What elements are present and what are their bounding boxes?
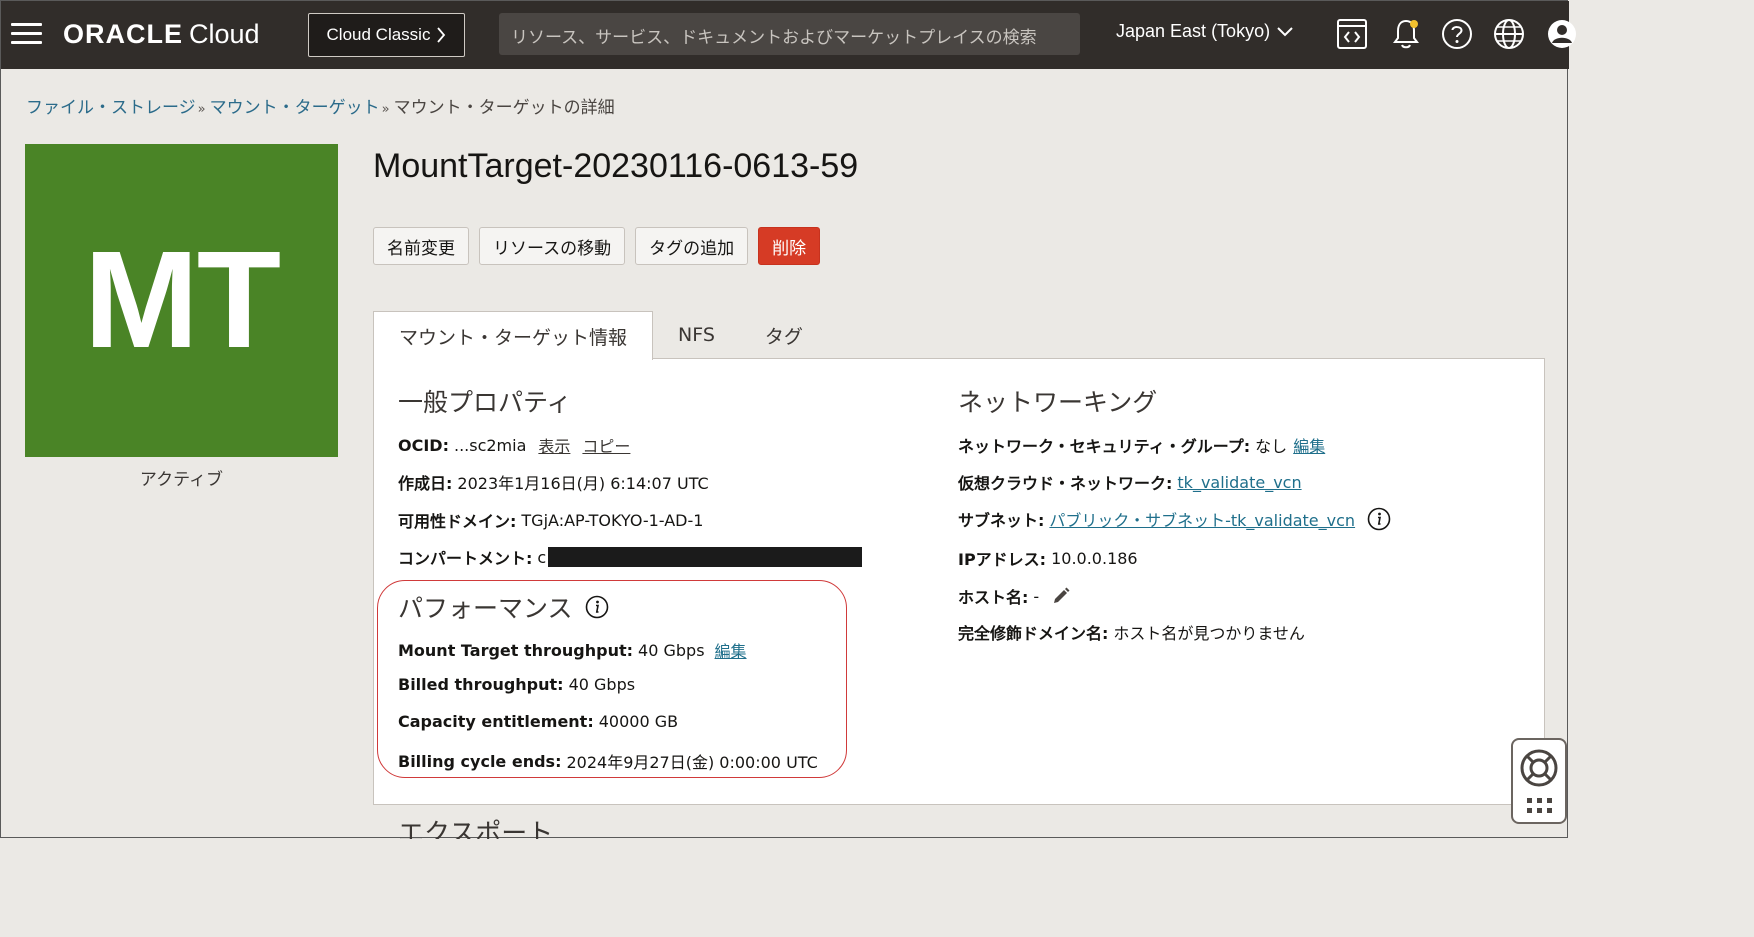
ocid-copy-link[interactable]: コピー <box>582 433 630 457</box>
vcn-link[interactable]: tk_validate_vcn <box>1177 473 1301 492</box>
vcn-row: 仮想クラウド・ネットワーク: tk_validate_vcn <box>958 470 1302 494</box>
hostname-value: - <box>1033 586 1040 606</box>
compartment-value: c <box>537 547 547 567</box>
help-icon[interactable] <box>1440 17 1474 51</box>
availability-domain-label: 可用性ドメイン: <box>398 512 517 531</box>
detail-tabs: マウント・ターゲット情報 NFS タグ <box>373 311 828 360</box>
breadcrumb-mount-targets[interactable]: マウント・ターゲット <box>210 98 380 118</box>
breadcrumb-separator: » <box>381 102 390 117</box>
search-input[interactable]: リソース、サービス、ドキュメントおよびマーケットプレイスの検索 <box>499 13 1080 55</box>
breadcrumb-current: マウント・ターゲットの詳細 <box>393 98 615 118</box>
rename-button[interactable]: 名前変更 <box>373 227 469 265</box>
compartment-row: コンパートメント: c <box>398 545 863 569</box>
ip-address-label: IPアドレス: <box>958 550 1047 569</box>
avatar-text: MT <box>83 223 281 377</box>
delete-button[interactable]: 削除 <box>758 227 821 265</box>
general-properties-title: 一般プロパティ <box>398 388 572 417</box>
breadcrumb-file-storage[interactable]: ファイル・ストレージ <box>26 98 196 118</box>
capacity-label: Capacity entitlement: <box>398 712 594 731</box>
availability-domain-value: TGjA:AP-TOKYO-1-AD-1 <box>521 510 704 530</box>
hostname-label: ホスト名: <box>958 588 1029 607</box>
globe-icon[interactable] <box>1492 17 1526 51</box>
chevron-down-icon <box>1277 26 1293 36</box>
availability-domain-row: 可用性ドメイン: TGjA:AP-TOKYO-1-AD-1 <box>398 508 703 532</box>
ocid-show-link[interactable]: 表示 <box>538 433 570 457</box>
ocid-row: OCID: ...sc2mia 表示 コピー <box>398 433 630 457</box>
code-editor-icon[interactable] <box>1335 17 1369 51</box>
performance-title-row: パフォーマンス <box>398 589 609 625</box>
region-label: Japan East (Tokyo) <box>1116 21 1271 41</box>
lifebuoy-icon <box>1520 749 1558 813</box>
created-row: 作成日: 2023年1月16日(月) 6:14:07 UTC <box>398 470 709 494</box>
tab-nfs[interactable]: NFS <box>653 311 740 359</box>
billing-cycle-label: Billing cycle ends: <box>398 751 562 771</box>
billed-throughput-row: Billed throughput: 40 Gbps <box>398 675 635 694</box>
subnet-label: サブネット: <box>958 511 1045 530</box>
capacity-value: 40000 GB <box>598 712 679 731</box>
move-resource-button[interactable]: リソースの移動 <box>479 227 626 265</box>
ocid-value: ...sc2mia <box>453 435 527 455</box>
brand-cloud: Cloud <box>189 19 260 49</box>
redaction-bar <box>548 547 863 567</box>
performance-title: パフォーマンス <box>398 594 573 623</box>
subnet-link[interactable]: パブリック・サブネット-tk_validate_vcn <box>1049 507 1355 531</box>
action-bar: 名前変更 リソースの移動 タグの追加 削除 <box>373 227 821 265</box>
billing-cycle-value: 2024年9月27日(金) 0:00:00 UTC <box>566 753 818 772</box>
subnet-row: サブネット: パブリック・サブネット-tk_validate_vcn <box>958 507 1391 531</box>
vcn-label: 仮想クラウド・ネットワーク: <box>958 474 1173 493</box>
throughput-row: Mount Target throughput: 40 Gbps 編集 <box>398 638 747 662</box>
resource-avatar: MT <box>25 144 338 457</box>
throughput-value: 40 Gbps <box>638 640 705 660</box>
created-value: 2023年1月16日(月) 6:14:07 UTC <box>457 474 709 493</box>
throughput-label: Mount Target throughput: <box>398 640 634 660</box>
billed-throughput-label: Billed throughput: <box>398 675 564 694</box>
tab-tags[interactable]: タグ <box>740 311 828 359</box>
ip-address-value: 10.0.0.186 <box>1051 548 1138 568</box>
cloud-classic-button[interactable]: Cloud Classic <box>308 13 465 57</box>
breadcrumb: ファイル・ストレージ» マウント・ターゲット» マウント・ターゲットの詳細 <box>26 93 615 118</box>
created-label: 作成日: <box>398 474 453 493</box>
ip-address-row: IPアドレス: 10.0.0.186 <box>958 546 1138 570</box>
capacity-row: Capacity entitlement: 40000 GB <box>398 712 678 731</box>
lifecycle-state: アクティブ <box>139 470 224 490</box>
region-selector[interactable]: Japan East (Tokyo) <box>1116 21 1294 42</box>
cloud-classic-label: Cloud Classic <box>326 25 431 44</box>
nsg-edit-link[interactable]: 編集 <box>1293 433 1325 457</box>
info-icon[interactable] <box>1367 507 1391 531</box>
info-panel <box>373 358 1545 805</box>
hostname-row: ホスト名: - <box>958 584 1071 608</box>
profile-icon[interactable] <box>1545 17 1579 51</box>
billing-cycle-row: Billing cycle ends: 2024年9月27日(金) 0:00:0… <box>398 749 818 773</box>
nsg-value: なし <box>1255 437 1288 456</box>
top-navigation-bar: ORACLE Cloud Cloud Classic リソース、サービス、ドキュメ… <box>1 1 1576 69</box>
oracle-cloud-logo[interactable]: ORACLE Cloud <box>63 19 260 50</box>
fqdn-row: 完全修飾ドメイン名: ホスト名が見つかりません <box>958 620 1305 644</box>
menu-icon[interactable] <box>11 23 42 45</box>
nsg-label: ネットワーク・セキュリティ・グループ: <box>958 437 1251 456</box>
throughput-edit-link[interactable]: 編集 <box>715 638 747 662</box>
compartment-label: コンパートメント: <box>398 549 533 568</box>
info-icon[interactable] <box>585 595 609 619</box>
bell-icon[interactable] <box>1389 17 1423 51</box>
brand-oracle: ORACLE <box>63 19 183 49</box>
breadcrumb-separator: » <box>197 102 206 117</box>
chevron-right-icon <box>437 27 446 43</box>
add-tags-button[interactable]: タグの追加 <box>635 227 749 265</box>
help-widget[interactable] <box>1511 738 1567 824</box>
billed-throughput-value: 40 Gbps <box>568 675 636 694</box>
pencil-icon[interactable] <box>1051 586 1071 606</box>
fqdn-label: 完全修飾ドメイン名: <box>958 624 1109 643</box>
fqdn-value: ホスト名が見つかりません <box>1113 624 1305 643</box>
nsg-row: ネットワーク・セキュリティ・グループ: なし 編集 <box>958 433 1325 457</box>
ocid-label: OCID: <box>398 435 449 455</box>
tab-mount-target-info[interactable]: マウント・ターゲット情報 <box>373 311 654 360</box>
exports-section-title: エクスポート <box>398 819 554 839</box>
page-title: MountTarget-20230116-0613-59 <box>373 147 859 185</box>
networking-title: ネットワーキング <box>958 388 1158 417</box>
